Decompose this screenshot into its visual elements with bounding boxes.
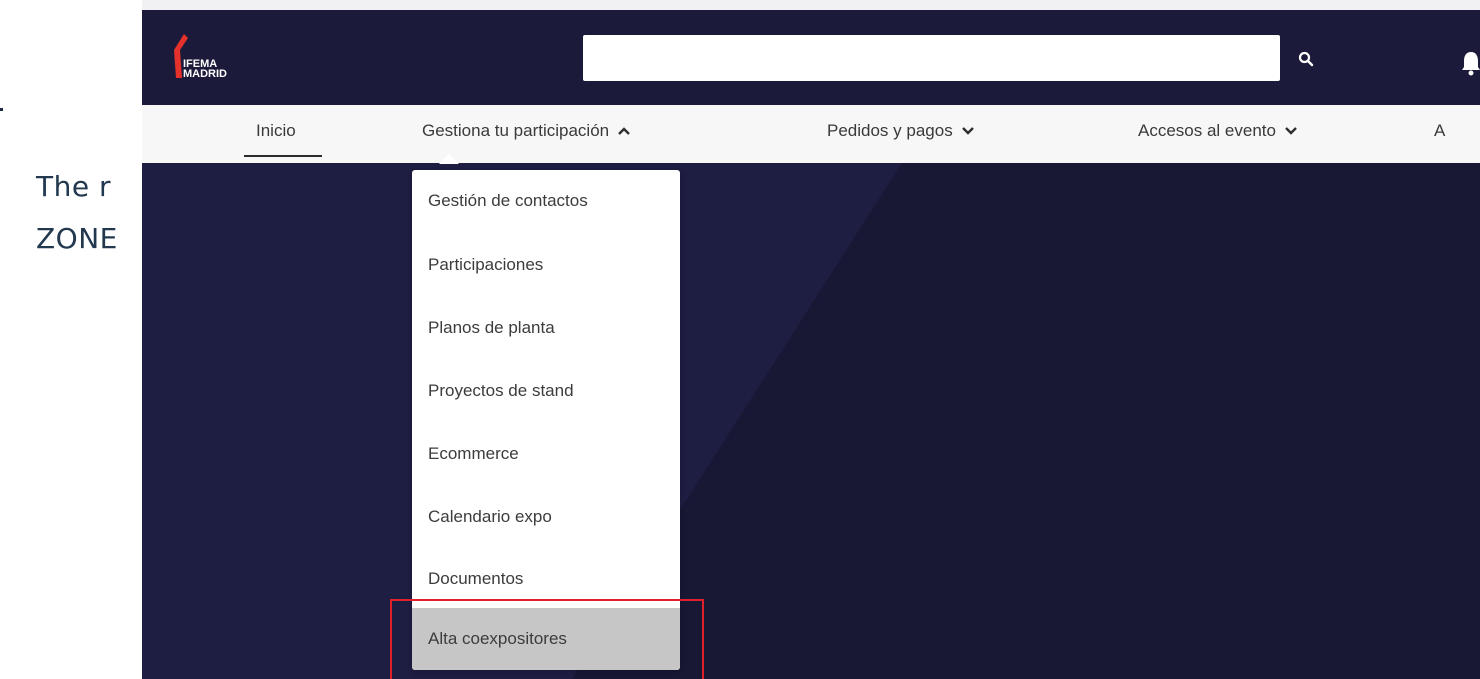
ifema-logo[interactable]: IFEMA MADRID	[170, 34, 260, 86]
nav-item-label: Pedidos y pagos	[827, 121, 953, 140]
nav-item-label: A	[1434, 121, 1446, 140]
menu-item-alta-coexpositores[interactable]: Alta coexpositores	[412, 608, 680, 670]
nav-item-label: Inicio	[256, 121, 296, 140]
chevron-down-icon	[1285, 127, 1297, 135]
nav-item-label: Accesos al evento	[1138, 121, 1276, 140]
nav-item-label: Gestiona tu participación	[422, 121, 610, 140]
portal-screenshot: IFEMA MADRID Inicio Gestiona tu particip…	[142, 0, 1480, 679]
top-strip	[142, 0, 1480, 10]
menu-item-planos-planta[interactable]: Planos de planta	[412, 297, 680, 359]
menu-item-calendario-expo[interactable]: Calendario expo	[412, 486, 680, 548]
menu-item-ecommerce[interactable]: Ecommerce	[412, 423, 680, 485]
menu-item-gestion-contactos[interactable]: Gestión de contactos	[412, 170, 680, 232]
search-button[interactable]	[1292, 45, 1320, 73]
header-bar: IFEMA MADRID	[142, 10, 1480, 105]
menu-item-participaciones[interactable]: Participaciones	[412, 234, 680, 296]
bullet-dot	[0, 108, 3, 111]
bell-icon[interactable]	[1460, 50, 1480, 76]
logo-text: IFEMA MADRID	[183, 59, 227, 80]
chevron-up-icon	[618, 127, 630, 135]
background-pattern	[142, 163, 1480, 679]
nav-item-pedidos[interactable]: Pedidos y pagos	[827, 121, 975, 141]
nav-item-accesos[interactable]: Accesos al evento	[1138, 121, 1298, 141]
nav-item-truncated[interactable]: A	[1434, 121, 1445, 141]
menu-item-documentos[interactable]: Documentos	[412, 548, 680, 610]
main-nav: Inicio Gestiona tu participación Pedidos…	[142, 105, 1480, 163]
nav-item-gestiona[interactable]: Gestiona tu participación	[422, 121, 631, 141]
nav-item-inicio[interactable]: Inicio	[256, 121, 296, 141]
chevron-down-icon	[961, 127, 974, 135]
search-input[interactable]	[583, 35, 1280, 81]
logo-line-2: MADRID	[183, 68, 227, 80]
search-icon	[1298, 51, 1314, 67]
active-underline	[244, 155, 322, 157]
document-text-line-2: ZONE	[36, 222, 118, 255]
dropdown-caret	[439, 154, 459, 164]
menu-item-proyectos-stand[interactable]: Proyectos de stand	[412, 360, 680, 422]
document-text-line-1: The r	[36, 170, 111, 203]
gestiona-dropdown-menu: Gestión de contactos Participaciones Pla…	[412, 170, 680, 670]
